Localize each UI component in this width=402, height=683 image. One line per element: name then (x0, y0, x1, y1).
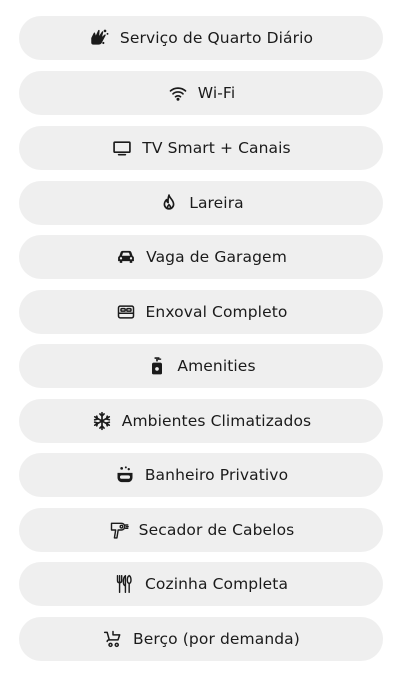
amenity-parking: Vaga de Garagem (19, 235, 383, 279)
amenity-label: Ambientes Climatizados (121, 412, 312, 430)
amenity-tv: TV Smart + Canais (19, 126, 383, 170)
amenity-room-service: Serviço de Quarto Diário (19, 16, 383, 60)
amenity-wifi: Wi-Fi (19, 71, 383, 115)
amenity-climate: Ambientes Climatizados (19, 399, 383, 443)
cutlery-icon (114, 573, 136, 595)
amenity-hair-dryer: Secador de Cabelos (19, 508, 383, 552)
amenity-linens: Enxoval Completo (19, 290, 383, 334)
amenity-label: Enxoval Completo (145, 303, 288, 321)
amenity-label: Wi-Fi (197, 84, 236, 102)
car-icon (115, 246, 137, 268)
amenity-label: Secador de Cabelos (138, 521, 295, 539)
tv-icon (111, 137, 133, 159)
amenity-amenities: Amenities (19, 344, 383, 388)
amenity-label: Banheiro Privativo (144, 466, 289, 484)
hair-dryer-icon (108, 519, 130, 541)
wifi-icon (167, 82, 189, 104)
amenity-label: Amenities (177, 357, 256, 375)
amenity-crib: Berço (por demanda) (19, 617, 383, 661)
snowflake-icon (91, 410, 113, 432)
amenity-label: Vaga de Garagem (146, 248, 287, 266)
fire-icon (158, 192, 180, 214)
bathtub-icon (114, 464, 136, 486)
amenity-bathroom: Banheiro Privativo (19, 453, 383, 497)
bed-icon (115, 301, 137, 323)
amenities-list: Serviço de Quarto Diário Wi-Fi TV Smart … (0, 0, 402, 683)
amenity-fireplace: Lareira (19, 181, 383, 225)
amenity-kitchen: Cozinha Completa (19, 562, 383, 606)
baby-stroller-icon (102, 628, 124, 650)
amenity-label: Cozinha Completa (144, 575, 289, 593)
pump-bottle-icon (146, 355, 168, 377)
amenity-label: TV Smart + Canais (142, 139, 291, 157)
amenity-label: Berço (por demanda) (133, 630, 300, 648)
amenity-label: Serviço de Quarto Diário (119, 29, 314, 47)
hand-wash-icon (89, 27, 111, 49)
amenity-label: Lareira (189, 194, 244, 212)
